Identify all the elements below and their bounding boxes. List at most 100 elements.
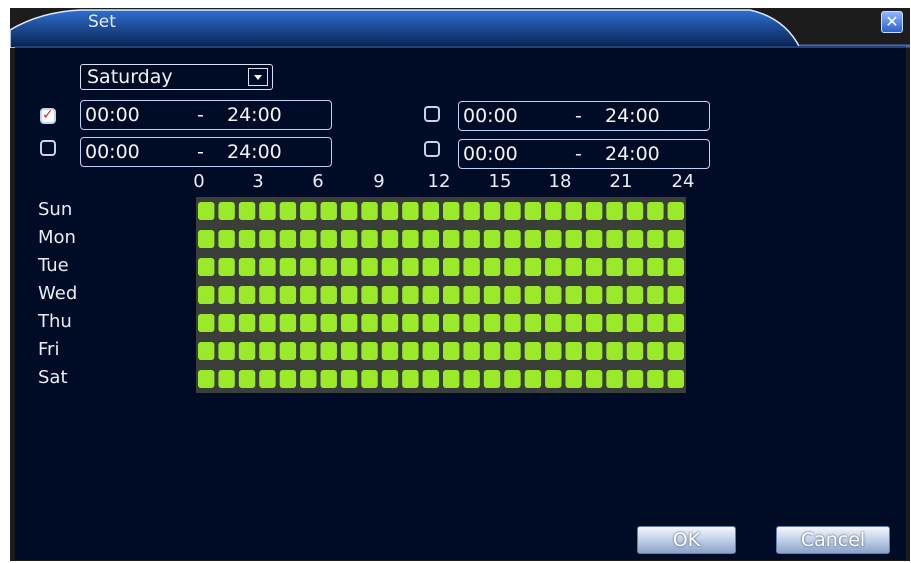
schedule-cell[interactable]	[545, 370, 562, 388]
schedule-cell[interactable]	[524, 342, 542, 360]
schedule-cell[interactable]	[626, 202, 644, 220]
schedule-cell[interactable]	[606, 230, 623, 248]
schedule-cell[interactable]	[647, 258, 664, 276]
schedule-cell[interactable]	[279, 258, 297, 276]
schedule-cell[interactable]	[545, 314, 562, 332]
schedule-cell[interactable]	[463, 342, 480, 360]
schedule-cell[interactable]	[667, 202, 684, 220]
schedule-cell[interactable]	[279, 230, 297, 248]
schedule-cell[interactable]	[483, 230, 501, 248]
schedule-cell[interactable]	[545, 258, 562, 276]
schedule-cell[interactable]	[218, 286, 235, 304]
schedule-cell[interactable]	[504, 314, 521, 332]
schedule-cell[interactable]	[647, 202, 664, 220]
schedule-cell[interactable]	[381, 370, 399, 388]
schedule-cell[interactable]	[626, 286, 644, 304]
schedule-cell[interactable]	[606, 370, 623, 388]
schedule-cell[interactable]	[463, 258, 480, 276]
schedule-cell[interactable]	[585, 230, 603, 248]
schedule-cell[interactable]	[667, 258, 684, 276]
schedule-cell[interactable]	[361, 230, 378, 248]
schedule-cell[interactable]	[218, 342, 235, 360]
schedule-cell[interactable]	[545, 230, 562, 248]
schedule-cell[interactable]	[381, 286, 399, 304]
schedule-cell[interactable]	[647, 230, 664, 248]
schedule-cell[interactable]	[238, 342, 256, 360]
schedule-cell[interactable]	[483, 314, 501, 332]
schedule-cell[interactable]	[198, 230, 215, 248]
schedule-cell[interactable]	[483, 370, 501, 388]
schedule-cell[interactable]	[606, 258, 623, 276]
schedule-cell[interactable]	[300, 314, 317, 332]
schedule-cell[interactable]	[504, 230, 521, 248]
schedule-cell[interactable]	[340, 342, 358, 360]
schedule-cell[interactable]	[667, 314, 684, 332]
schedule-cell[interactable]	[320, 314, 337, 332]
schedule-cell[interactable]	[545, 202, 562, 220]
schedule-cell[interactable]	[300, 286, 317, 304]
schedule-cell[interactable]	[565, 202, 582, 220]
schedule-cell[interactable]	[422, 202, 439, 220]
schedule-cell[interactable]	[463, 202, 480, 220]
schedule-cell[interactable]	[504, 370, 521, 388]
period-2-end[interactable]: 24:00	[605, 102, 660, 130]
schedule-cell[interactable]	[647, 342, 664, 360]
schedule-cell[interactable]	[422, 258, 439, 276]
schedule-cell[interactable]	[443, 230, 460, 248]
schedule-cell[interactable]	[279, 202, 297, 220]
schedule-cell[interactable]	[320, 342, 337, 360]
schedule-cell[interactable]	[585, 202, 603, 220]
schedule-cell[interactable]	[504, 258, 521, 276]
schedule-cell[interactable]	[626, 314, 644, 332]
schedule-cell[interactable]	[504, 342, 521, 360]
schedule-cell[interactable]	[361, 286, 378, 304]
schedule-cell[interactable]	[504, 286, 521, 304]
schedule-cell[interactable]	[524, 258, 542, 276]
schedule-cell[interactable]	[626, 230, 644, 248]
schedule-cell[interactable]	[524, 230, 542, 248]
schedule-cell[interactable]	[585, 370, 603, 388]
schedule-cell[interactable]	[279, 286, 297, 304]
schedule-cell[interactable]	[198, 370, 215, 388]
schedule-cell[interactable]	[422, 286, 439, 304]
schedule-cell[interactable]	[259, 370, 276, 388]
schedule-cell[interactable]	[422, 342, 439, 360]
schedule-cell[interactable]	[320, 286, 337, 304]
period-1-time-field[interactable]: 00:00 - 24:00	[80, 100, 332, 130]
schedule-cell[interactable]	[565, 286, 582, 304]
schedule-cell[interactable]	[402, 370, 419, 388]
schedule-cell[interactable]	[647, 314, 664, 332]
schedule-cell[interactable]	[667, 286, 684, 304]
schedule-cell[interactable]	[606, 342, 623, 360]
schedule-cell[interactable]	[340, 314, 358, 332]
schedule-cell[interactable]	[402, 258, 419, 276]
period-2-time-field[interactable]: 00:00 - 24:00	[458, 101, 710, 131]
schedule-cell[interactable]	[524, 286, 542, 304]
period-4-end[interactable]: 24:00	[605, 140, 660, 168]
schedule-cell[interactable]	[381, 230, 399, 248]
schedule-cell[interactable]	[361, 202, 378, 220]
schedule-cell[interactable]	[198, 202, 215, 220]
schedule-cell[interactable]	[524, 202, 542, 220]
schedule-cell[interactable]	[300, 202, 317, 220]
schedule-cell[interactable]	[422, 230, 439, 248]
schedule-cell[interactable]	[198, 314, 215, 332]
schedule-cell[interactable]	[381, 342, 399, 360]
period-3-end[interactable]: 24:00	[227, 138, 282, 166]
period-3-checkbox[interactable]	[40, 140, 56, 156]
schedule-cell[interactable]	[279, 314, 297, 332]
schedule-cell[interactable]	[340, 370, 358, 388]
schedule-cell[interactable]	[667, 370, 684, 388]
schedule-cell[interactable]	[238, 258, 256, 276]
schedule-cell[interactable]	[381, 202, 399, 220]
day-select[interactable]: Saturday	[80, 64, 273, 90]
schedule-cell[interactable]	[381, 258, 399, 276]
schedule-cell[interactable]	[218, 202, 235, 220]
ok-button[interactable]: OK	[637, 526, 736, 554]
schedule-cell[interactable]	[340, 230, 358, 248]
schedule-cell[interactable]	[218, 230, 235, 248]
schedule-cell[interactable]	[443, 258, 460, 276]
cancel-button[interactable]: Cancel	[776, 526, 890, 554]
schedule-cell[interactable]	[626, 370, 644, 388]
schedule-cell[interactable]	[198, 286, 215, 304]
